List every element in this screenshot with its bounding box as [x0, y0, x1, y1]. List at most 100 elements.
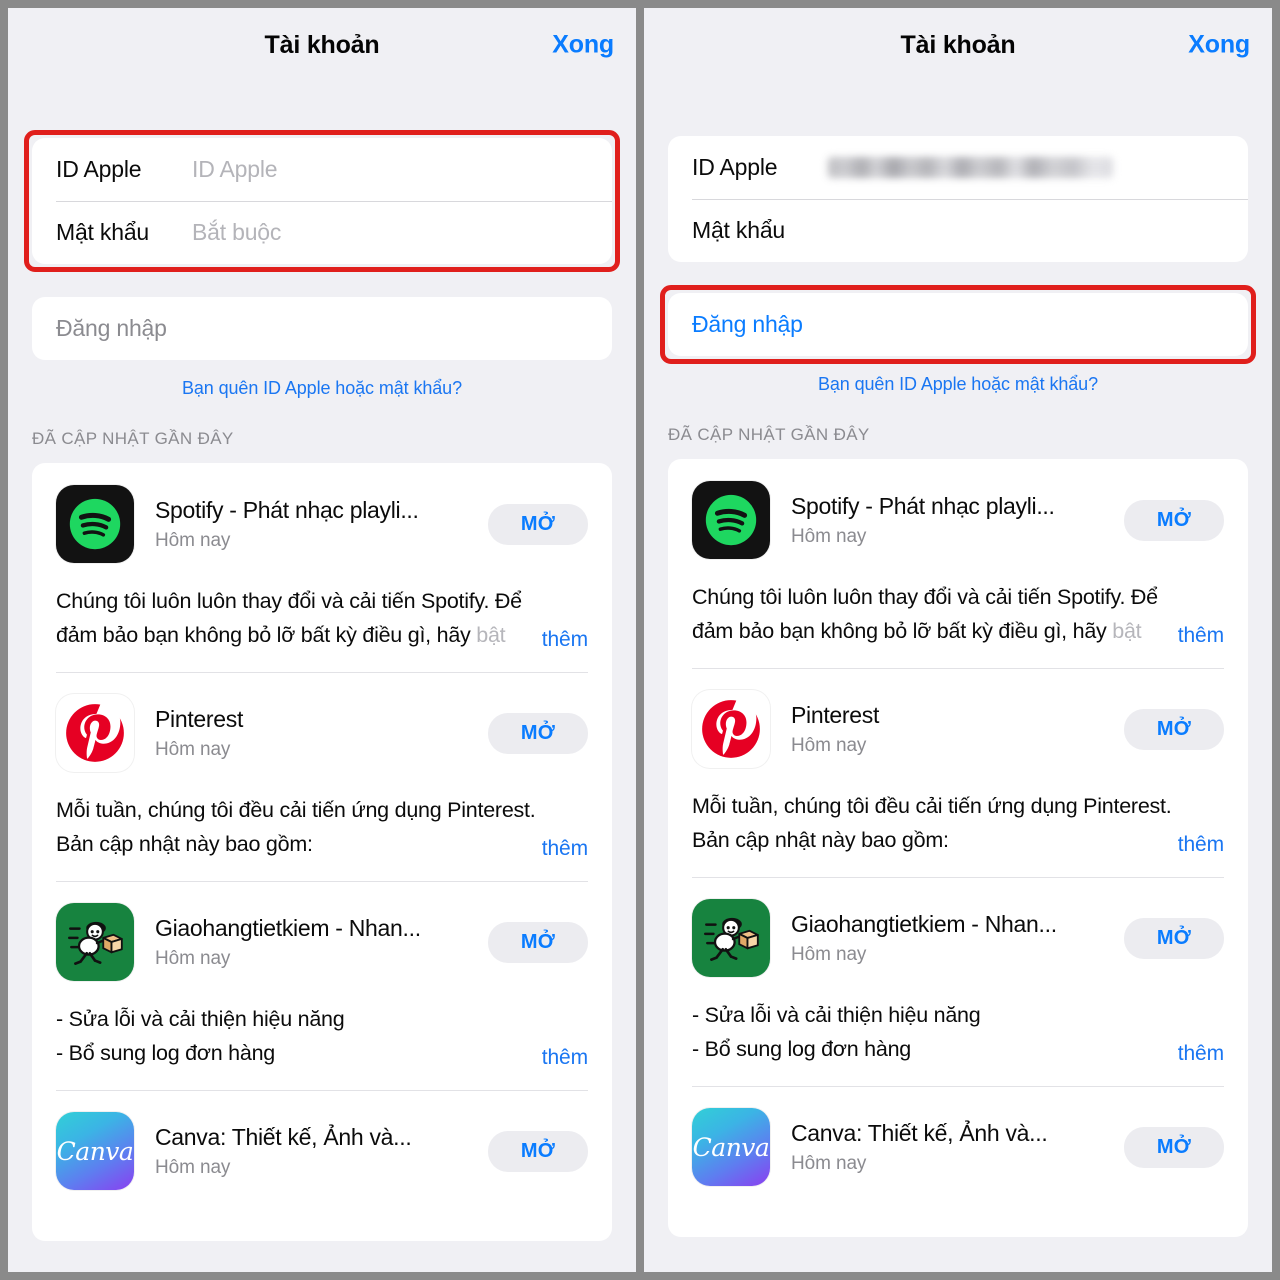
password-row[interactable]: Mật khẩu — [668, 199, 1248, 262]
list-item[interactable]: Giaohangtietkiem - Nhan... Hôm nay MỞ - … — [692, 877, 1224, 1086]
release-note-line: - Bổ sung log đơn hàng — [692, 1037, 911, 1061]
release-note-line: đảm bảo bạn không bỏ lỡ bất kỳ điều gì, … — [56, 618, 588, 652]
app-update-date: Hôm nay — [155, 947, 231, 969]
note-text-faded: bật — [1112, 619, 1142, 643]
app-meta: Giaohangtietkiem - Nhan... Hôm nay — [155, 915, 488, 970]
forgot-credentials-link[interactable]: Bạn quên ID Apple hoặc mật khẩu? — [644, 374, 1272, 395]
more-link[interactable]: thêm — [1165, 833, 1224, 857]
credentials-card: ID Apple Mật khẩu — [668, 136, 1248, 262]
note-text: đảm bảo bạn không bỏ lỡ bất kỳ điều gì, … — [692, 619, 1113, 643]
app-name: Pinterest — [155, 705, 244, 732]
app-name: Giaohangtietkiem - Nhan... — [155, 914, 421, 941]
release-note-line: - Sửa lỗi và cải thiện hiệu năng — [692, 1003, 981, 1027]
app-header: Pinterest Hôm nay MỞ — [56, 694, 588, 772]
signin-section-left: Đăng nhập — [8, 297, 636, 360]
release-note-line: Bản cập nhật này bao gồm: — [692, 828, 949, 852]
done-button[interactable]: Xong — [552, 31, 614, 60]
apple-id-row[interactable]: ID Apple — [668, 136, 1248, 199]
apple-id-row[interactable]: ID Apple ID Apple — [32, 138, 612, 201]
ghtk-icon — [692, 899, 770, 977]
app-update-date: Hôm nay — [791, 525, 867, 547]
page-title: Tài khoản — [900, 30, 1016, 59]
open-button[interactable]: MỞ — [487, 712, 588, 754]
open-button[interactable]: MỞ — [487, 1130, 588, 1172]
app-meta: Pinterest Hôm nay — [155, 706, 488, 761]
release-note-line: Mỗi tuần, chúng tôi đều cải tiến ứng dụn… — [56, 798, 536, 822]
open-button[interactable]: MỞ — [1123, 499, 1224, 541]
pinterest-icon — [56, 694, 134, 772]
release-notes: - Sửa lỗi và cải thiện hiệu năng - Bổ su… — [56, 1002, 588, 1090]
list-item[interactable]: Canva Canva: Thiết kế, Ảnh và... Hôm nay… — [692, 1086, 1224, 1237]
apple-id-label: ID Apple — [692, 154, 778, 180]
apple-id-input[interactable]: ID Apple — [192, 156, 278, 183]
release-note-line: - Sửa lỗi và cải thiện hiệu năng — [56, 1007, 345, 1031]
app-update-date: Hôm nay — [791, 1152, 867, 1174]
release-note-line: Chúng tôi luôn luôn thay đổi và cải tiến… — [56, 589, 522, 613]
list-item[interactable]: Spotify - Phát nhạc playli... Hôm nay MỞ… — [56, 463, 588, 672]
canva-wordmark: Canva — [692, 1132, 770, 1162]
open-button[interactable]: MỞ — [487, 503, 588, 545]
app-name: Canva: Thiết kế, Ảnh và... — [791, 1119, 1048, 1146]
app-update-date: Hôm nay — [155, 529, 231, 551]
note-text: đảm bảo bạn không bỏ lỡ bất kỳ điều gì, … — [56, 623, 477, 647]
more-link[interactable]: thêm — [1165, 624, 1224, 648]
app-header: Canva Canva: Thiết kế, Ảnh và... Hôm nay… — [56, 1112, 588, 1190]
navigation-bar-left: Tài khoản Xong — [8, 8, 636, 82]
open-button[interactable]: MỞ — [487, 921, 588, 963]
done-button[interactable]: Xong — [1188, 31, 1250, 60]
app-name: Canva: Thiết kế, Ảnh và... — [155, 1123, 412, 1150]
list-item[interactable]: Pinterest Hôm nay MỞ Mỗi tuần, chúng tôi… — [56, 672, 588, 881]
credentials-card: ID Apple ID Apple Mật khẩu Bắt buộc — [32, 138, 612, 264]
app-name: Spotify - Phát nhạc playli... — [155, 496, 419, 523]
page-title: Tài khoản — [264, 30, 380, 59]
signin-label: Đăng nhập — [692, 311, 803, 337]
more-link[interactable]: thêm — [529, 837, 588, 861]
open-button[interactable]: MỞ — [1123, 708, 1224, 750]
open-button[interactable]: MỞ — [1123, 1126, 1224, 1168]
credentials-form-right: ID Apple Mật khẩu — [644, 136, 1272, 262]
release-notes: Chúng tôi luôn luôn thay đổi và cải tiến… — [56, 584, 588, 672]
release-note-line: - Bổ sung log đơn hàng — [56, 1041, 275, 1065]
list-item[interactable]: Canva Canva: Thiết kế, Ảnh và... Hôm nay… — [56, 1090, 588, 1241]
ghtk-icon — [56, 903, 134, 981]
panel-left: Tài khoản Xong ID Apple ID Apple Mật khẩ… — [8, 8, 636, 1272]
pinterest-icon — [692, 690, 770, 768]
open-button[interactable]: MỞ — [1123, 917, 1224, 959]
spotify-icon — [692, 481, 770, 559]
release-note-line: Chúng tôi luôn luôn thay đổi và cải tiến… — [692, 585, 1158, 609]
release-notes — [692, 1207, 1224, 1237]
list-item[interactable]: Spotify - Phát nhạc playli... Hôm nay MỞ… — [692, 459, 1224, 668]
password-label: Mật khẩu — [56, 219, 150, 245]
recently-updated-list-left: Spotify - Phát nhạc playli... Hôm nay MỞ… — [32, 463, 612, 1241]
more-link[interactable]: thêm — [529, 628, 588, 652]
forgot-credentials-link[interactable]: Bạn quên ID Apple hoặc mật khẩu? — [8, 378, 636, 399]
list-item[interactable]: Giaohangtietkiem - Nhan... Hôm nay MỞ - … — [56, 881, 588, 1090]
app-update-date: Hôm nay — [155, 1156, 231, 1178]
more-link[interactable]: thêm — [529, 1046, 588, 1070]
app-header: Pinterest Hôm nay MỞ — [692, 690, 1224, 768]
app-meta: Canva: Thiết kế, Ảnh và... Hôm nay — [155, 1124, 488, 1179]
password-input[interactable]: Bắt buộc — [192, 219, 281, 246]
release-notes: Mỗi tuần, chúng tôi đều cải tiến ứng dụn… — [56, 793, 588, 881]
app-header: Spotify - Phát nhạc playli... Hôm nay MỞ — [56, 485, 588, 563]
comparison-screenshot: Tài khoản Xong ID Apple ID Apple Mật khẩ… — [0, 0, 1280, 1280]
apple-id-value-blurred[interactable] — [828, 157, 1113, 178]
list-item[interactable]: Pinterest Hôm nay MỞ Mỗi tuần, chúng tôi… — [692, 668, 1224, 877]
signin-button[interactable]: Đăng nhập — [32, 297, 612, 360]
apple-id-label: ID Apple — [56, 156, 142, 182]
navigation-bar-right: Tài khoản Xong — [644, 8, 1272, 82]
canva-icon: Canva — [56, 1112, 134, 1190]
note-text-faded: bật — [476, 623, 506, 647]
signin-button[interactable]: Đăng nhập — [668, 293, 1248, 356]
password-label: Mật khẩu — [692, 217, 786, 243]
more-link[interactable]: thêm — [1165, 1042, 1224, 1066]
release-note-line: Mỗi tuần, chúng tôi đều cải tiến ứng dụn… — [692, 794, 1172, 818]
app-header: Canva Canva: Thiết kế, Ảnh và... Hôm nay… — [692, 1108, 1224, 1186]
app-meta: Giaohangtietkiem - Nhan... Hôm nay — [791, 911, 1124, 966]
app-name: Giaohangtietkiem - Nhan... — [791, 910, 1057, 937]
recently-updated-header: ĐÃ CẬP NHẬT GẦN ĐÂY — [32, 429, 234, 448]
release-note-line: Bản cập nhật này bao gồm: — [56, 832, 313, 856]
app-update-date: Hôm nay — [155, 738, 231, 760]
password-row[interactable]: Mật khẩu Bắt buộc — [32, 201, 612, 264]
canva-icon: Canva — [692, 1108, 770, 1186]
